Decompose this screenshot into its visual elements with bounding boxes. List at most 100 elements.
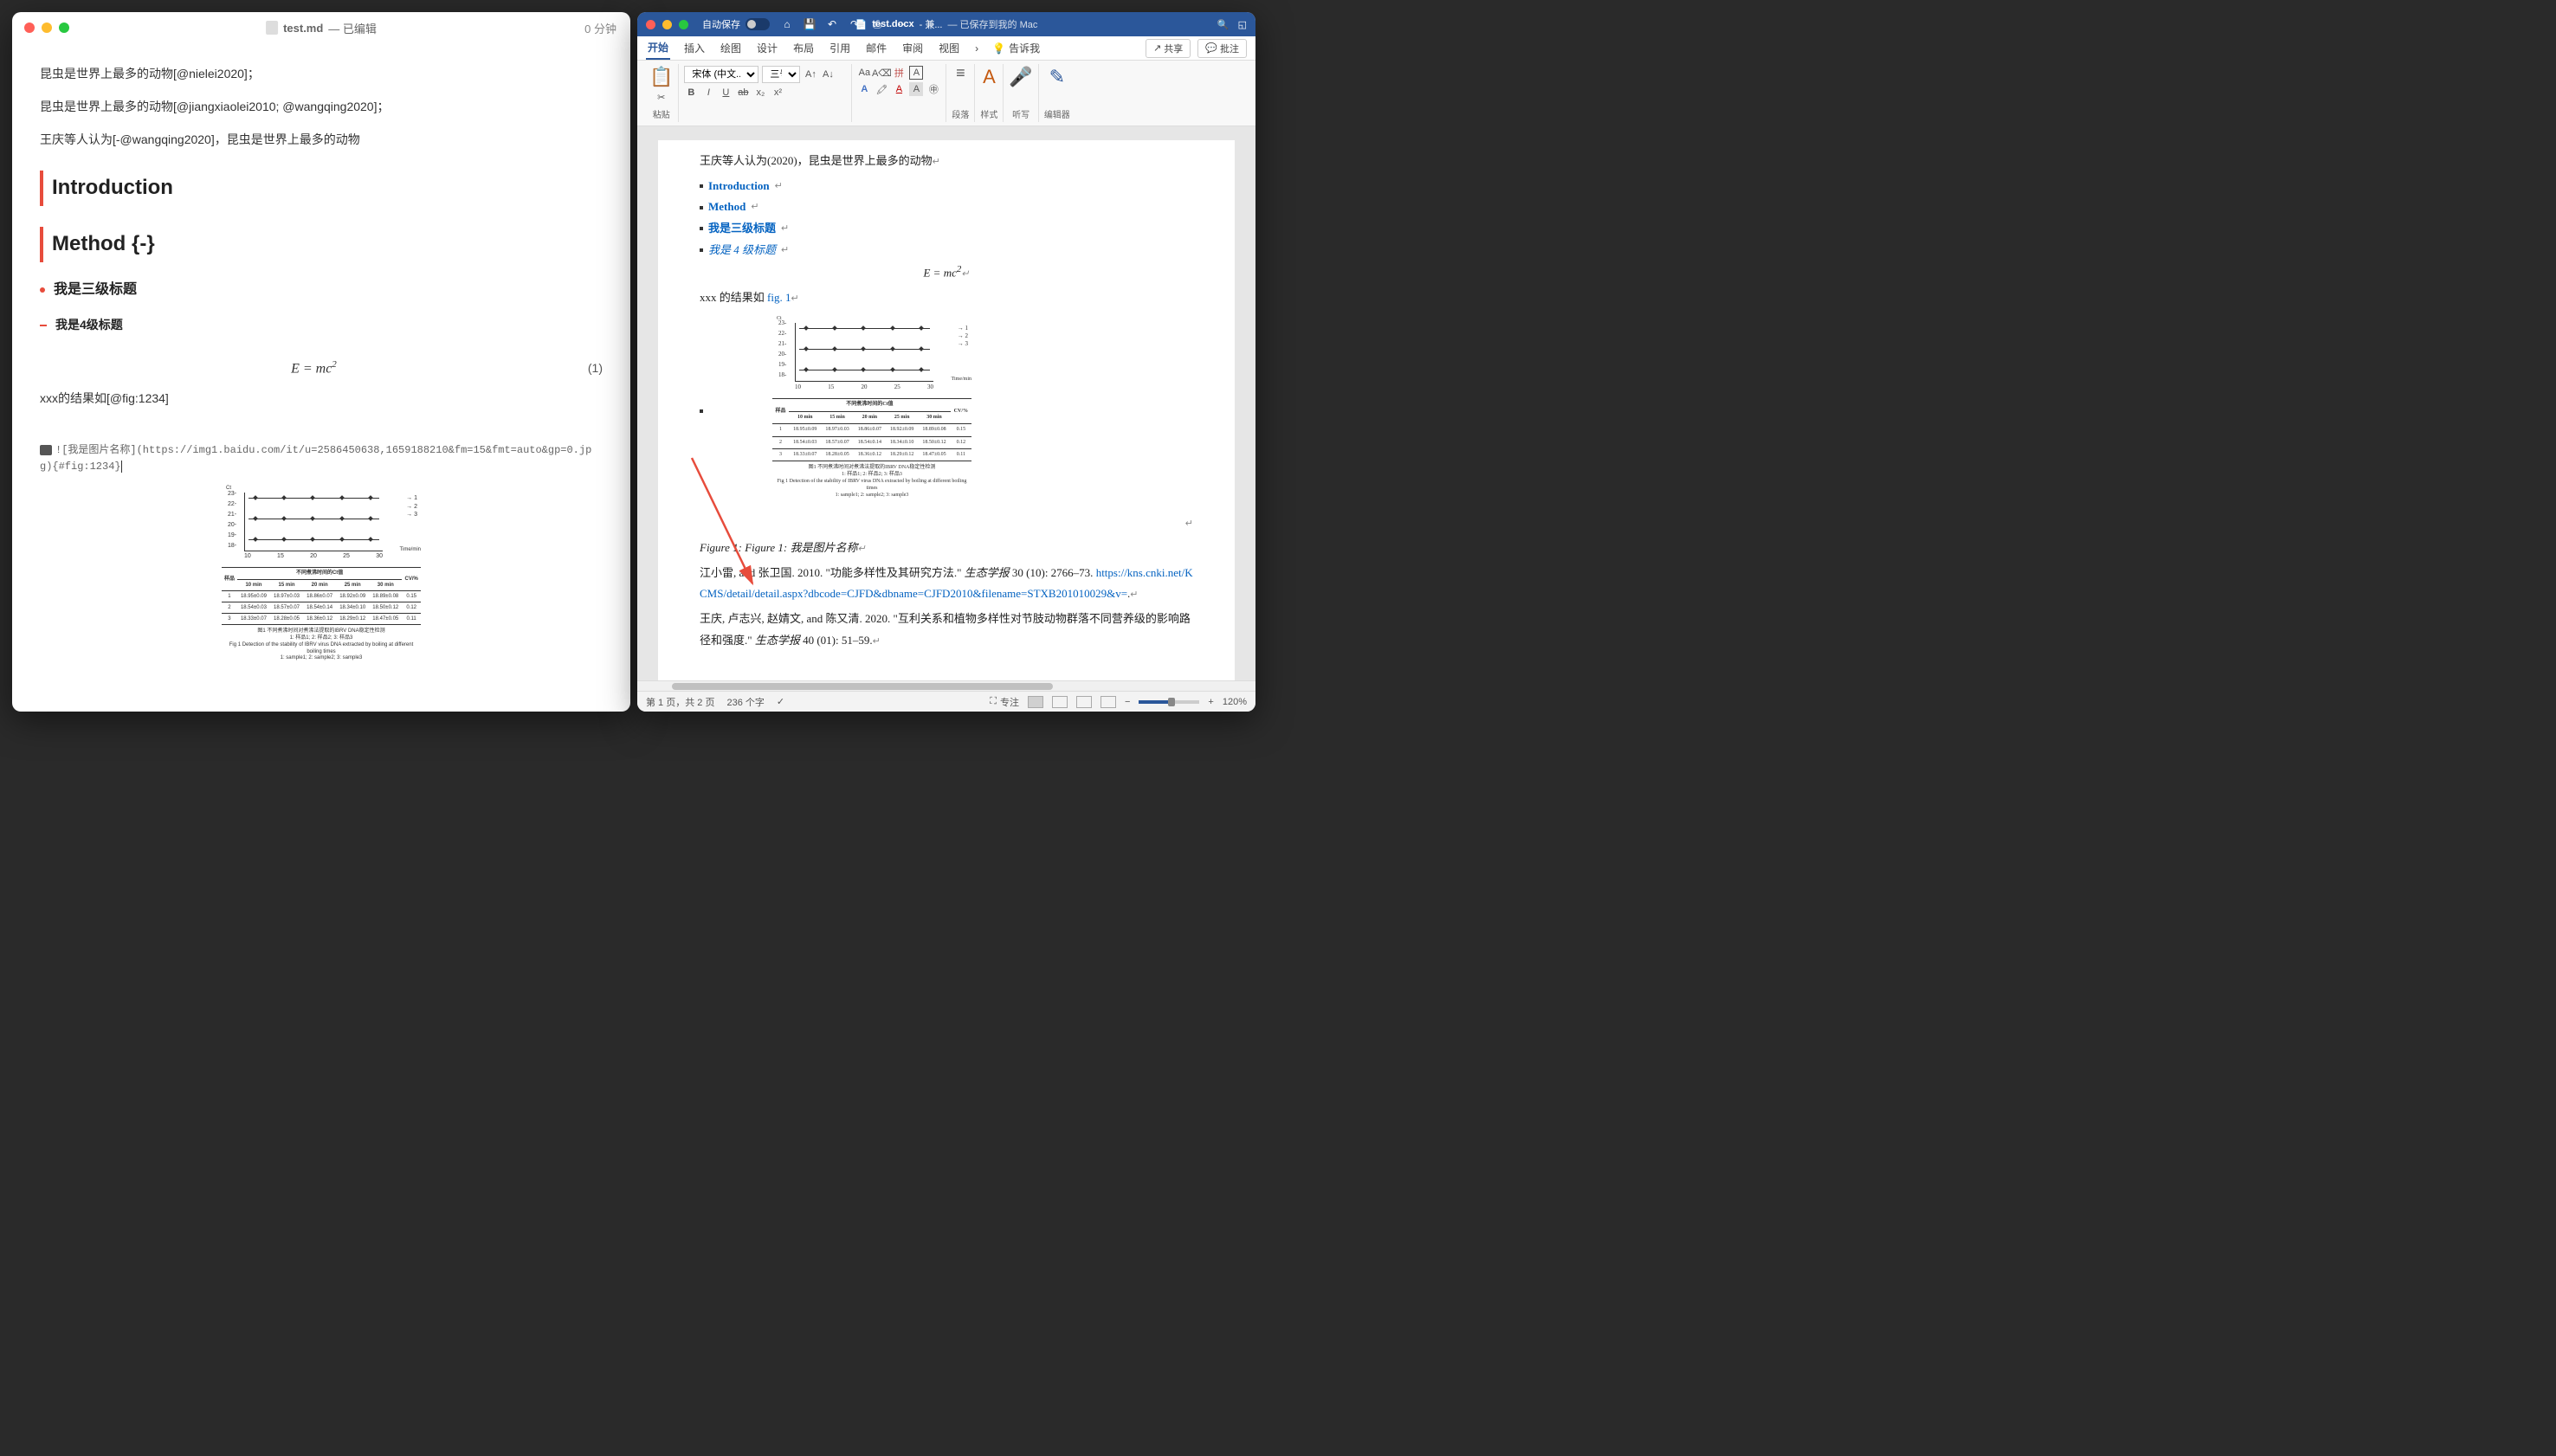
close-button[interactable] [646,20,655,29]
left-titlebar: test.md — 已编辑 0 分钟 [12,12,630,43]
toc-item-h3[interactable]: 我是三级标题↵ [700,218,1193,240]
markdown-content[interactable]: 昆虫是世界上最多的动物[@nielei2020]； 昆虫是世界上最多的动物[@j… [12,43,630,712]
tab-view[interactable]: 视图 [937,37,961,59]
left-window-title: test.md — 已编辑 [266,20,377,36]
tab-more[interactable]: › [973,39,980,58]
strikethrough-icon[interactable]: ab [736,86,750,100]
toc-item-introduction[interactable]: Introduction↵ [700,176,1193,197]
ribbon-tabs: 开始 插入 绘图 设计 布局 引用 邮件 审阅 视图 › 💡告诉我 ↗共享 💬批… [637,36,1255,61]
maximize-button[interactable] [679,20,688,29]
paste-icon[interactable]: 📋 [649,66,673,88]
heading-introduction: Introduction [40,171,603,206]
word-compat: - 兼... [920,17,943,31]
home-icon[interactable]: ⌂ [780,17,794,31]
font-extras-group: Aa A⌫ 拼 A A 🖍 A A ㊥ [852,64,946,122]
text-effects-icon[interactable]: A [857,82,871,96]
enclose-char-icon[interactable]: ㊥ [926,82,940,96]
zoom-out-icon[interactable]: − [1125,697,1130,707]
view-print-icon[interactable] [1052,696,1068,708]
styles-icon[interactable]: A [983,66,996,88]
reference-2: 王庆, 卢志兴, 赵婧文, and 陈又清. 2020. "互利关系和植物多样性… [700,609,1193,651]
font-name-select[interactable]: 宋体 (中文... [684,66,758,83]
word-count[interactable]: 236 个字 [726,695,764,709]
clear-format-icon[interactable]: A⌫ [875,66,888,80]
increase-font-icon[interactable]: A↑ [804,68,817,81]
word-title-right: 🔍 ◱ [1217,19,1247,30]
tab-insert[interactable]: 插入 [682,37,707,59]
tab-home[interactable]: 开始 [646,36,670,60]
word-titlebar: 自动保存 ⌂ 💾 ↶ ↷ ⎙ ⋯ 📄 test.docx - 兼... — 已保… [637,12,1255,36]
word-document-area[interactable]: 王庆等人认为(2020)，昆虫是世界上最多的动物↵ Introduction↵ … [637,126,1255,680]
equation-row: E = mc2 (1) [40,348,603,390]
word-filename: test.docx [872,19,913,29]
undo-icon[interactable]: ↶ [825,17,839,31]
embedded-figure: 18-19-20-21-22-23-→ 1→ 2→ 3CtTime/min101… [700,323,1193,499]
char-border-icon[interactable]: A [909,66,923,80]
superscript-icon[interactable]: x² [771,86,784,100]
subscript-icon[interactable]: x₂ [753,86,767,100]
comments-button[interactable]: 💬批注 [1197,39,1247,58]
markdown-editor-window: test.md — 已编辑 0 分钟 昆虫是世界上最多的动物[@nielei20… [12,12,630,712]
styles-group: A 样式 [975,64,1004,122]
autosave-toggle[interactable] [746,18,770,30]
paragraph: 王庆等人认为(2020)，昆虫是世界上最多的动物↵ [700,151,1193,172]
tab-references[interactable]: 引用 [828,37,852,59]
tab-mailings[interactable]: 邮件 [864,37,888,59]
paragraph: 昆虫是世界上最多的动物[@jiangxiaolei2010; @wangqing… [40,97,603,118]
share-button[interactable]: ↗共享 [1146,39,1191,58]
reference-1: 江小雷, and 张卫国. 2010. "功能多样性及其研究方法." 生态学报 … [700,563,1193,605]
autosave-label: 自动保存 [702,17,740,31]
zoom-in-icon[interactable]: + [1208,697,1213,707]
font-size-select[interactable]: 三号 [762,66,800,83]
view-outline-icon[interactable] [1100,696,1116,708]
minimize-button[interactable] [662,20,672,29]
minimize-button[interactable] [42,23,52,33]
font-color-icon[interactable]: A [892,82,906,96]
underline-icon[interactable]: U [719,86,733,100]
document-icon [266,21,278,35]
zoom-slider[interactable] [1139,700,1199,704]
char-shading-icon[interactable]: A [909,82,923,96]
view-web-icon[interactable] [1076,696,1092,708]
decrease-font-icon[interactable]: A↓ [821,68,835,81]
zoom-level[interactable]: 120% [1223,697,1247,707]
phonetic-icon[interactable]: 拼 [892,66,906,80]
tab-layout[interactable]: 布局 [791,37,816,59]
view-read-icon[interactable] [1028,696,1043,708]
dictate-icon[interactable]: 🎤 [1009,66,1032,88]
close-button[interactable] [24,23,35,33]
toc-item-h4[interactable]: 我是 4 级标题↵ [700,240,1193,261]
tell-me-icon[interactable]: 💡告诉我 [992,41,1040,55]
tab-review[interactable]: 审阅 [900,37,925,59]
save-icon[interactable]: 💾 [803,17,816,31]
editor-icon[interactable]: ✎ [1049,66,1065,88]
font-group: 宋体 (中文... 三号 A↑ A↓ B I U ab x₂ x² [679,64,852,122]
paragraph-icon[interactable]: ≡ [953,66,967,80]
change-case-icon[interactable]: Aa [857,66,871,80]
word-window: 自动保存 ⌂ 💾 ↶ ↷ ⎙ ⋯ 📄 test.docx - 兼... — 已保… [637,12,1255,712]
ribbon-toggle-icon[interactable]: ◱ [1238,19,1247,30]
italic-icon[interactable]: I [701,86,715,100]
cut-icon[interactable]: ✂ [655,90,668,104]
tab-draw[interactable]: 绘图 [719,37,743,59]
clipboard-group: 📋 ✂ 粘贴 [644,64,679,122]
heading-level4: 我是4级标题 [40,315,603,336]
figure-reference: xxx的结果如[@fig:1234] [40,389,603,409]
toc-item-method[interactable]: Method↵ [700,196,1193,218]
focus-mode[interactable]: ⛶专注 [990,695,1019,709]
left-filename: test.md [283,22,323,35]
autosave-area: 自动保存 [702,17,770,31]
maximize-button[interactable] [59,23,69,33]
paragraph-group: ≡ 段落 [946,64,975,122]
figure-caption: Figure 1: Figure 1: 我是图片名称↵ [700,538,1193,559]
bold-icon[interactable]: B [684,86,698,100]
tab-design[interactable]: 设计 [755,37,779,59]
dictate-group: 🎤 听写 [1004,64,1038,122]
page-indicator[interactable]: 第 1 页，共 2 页 [646,695,714,709]
search-icon[interactable]: 🔍 [1217,19,1230,30]
horizontal-scrollbar[interactable] [637,680,1255,691]
highlight-icon[interactable]: 🖍 [875,82,888,96]
spellcheck-icon[interactable]: ✓ [777,696,784,707]
word-page: 王庆等人认为(2020)，昆虫是世界上最多的动物↵ Introduction↵ … [658,140,1235,680]
left-time-indicator: 0 分钟 [584,20,616,36]
